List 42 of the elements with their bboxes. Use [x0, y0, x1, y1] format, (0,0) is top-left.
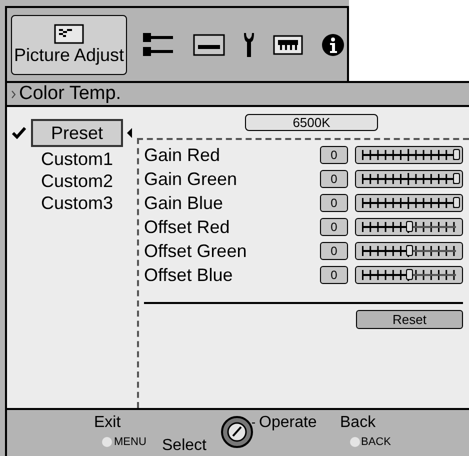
slider[interactable] — [355, 194, 463, 212]
slider[interactable] — [355, 242, 463, 260]
adjustment-label: Gain Green — [144, 168, 238, 190]
picture-icon — [54, 24, 84, 44]
slider-thumb[interactable] — [452, 149, 460, 160]
dial-icon — [219, 415, 255, 449]
menu-tab[interactable]: Picture Adjust — [11, 14, 127, 74]
key-label: BACK — [361, 435, 391, 449]
adjustment-label: Gain Blue — [144, 192, 224, 214]
reset-button[interactable]: Reset — [356, 310, 463, 329]
adjustment-label: Offset Green — [144, 240, 248, 262]
key-label: MENU — [114, 435, 146, 449]
preset-option[interactable]: Custom1 — [31, 146, 123, 170]
preset-option[interactable]: Custom3 — [31, 190, 123, 214]
slider-thumb[interactable] — [406, 269, 412, 280]
back-label: Back — [340, 414, 376, 432]
slider-thumb[interactable] — [406, 245, 412, 256]
slider-thumb[interactable] — [406, 221, 412, 232]
slider-thumb[interactable] — [452, 197, 460, 208]
exit-label: Exit — [94, 414, 121, 432]
slider-thumb[interactable] — [452, 173, 460, 184]
preset-option[interactable]: Custom2 — [31, 168, 123, 192]
slider[interactable] — [355, 146, 463, 164]
value-display: 0 — [320, 266, 348, 284]
pointer-icon — [127, 128, 132, 138]
select-label: Select — [162, 437, 206, 455]
adjustment-label: Gain Red — [144, 144, 222, 166]
value-display: 0 — [320, 146, 348, 164]
value-display: 0 — [320, 170, 348, 188]
chevron-icon — [11, 90, 16, 98]
slider[interactable] — [355, 218, 463, 236]
adjustment-label: Offset Red — [144, 216, 231, 238]
value-display: 0 — [320, 194, 348, 212]
adjustment-label: Offset Blue — [144, 264, 234, 286]
value-display: 0 — [320, 242, 348, 260]
slider[interactable] — [355, 266, 463, 284]
preset-option[interactable]: Preset — [31, 119, 123, 147]
operate-label: Operate — [259, 414, 317, 432]
value-display: 0 — [320, 218, 348, 236]
slider[interactable] — [355, 170, 463, 188]
temperature-display: 6500K — [245, 114, 378, 131]
section-title: Color Temp. — [19, 83, 122, 105]
